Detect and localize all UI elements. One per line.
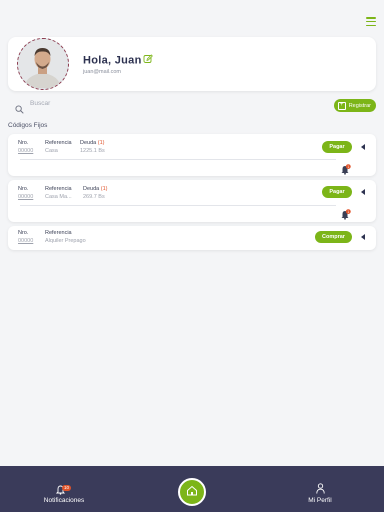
code-card[interactable]: Nro. 00000 Referencia Casa Deuda (1) 122…	[8, 134, 376, 176]
ref-value: Alquiler Prepago	[45, 238, 86, 244]
section-title: Códigos Fijos	[8, 122, 48, 129]
bell-icon[interactable]: 1	[340, 162, 351, 180]
nav-profile-label: Mi Perfil	[308, 497, 332, 504]
caret-left-icon[interactable]	[361, 234, 365, 240]
bell-icon: 10	[56, 484, 72, 496]
pay-button[interactable]: Pagar	[322, 141, 352, 153]
notification-badge: 10	[62, 485, 72, 491]
greeting: Hola, Juan	[83, 54, 153, 67]
search-bar: +Registrar	[8, 98, 376, 114]
divider	[20, 159, 336, 160]
divider	[20, 205, 336, 206]
nro-label: Nro.	[18, 140, 29, 146]
nro-value: 00000	[18, 148, 34, 154]
search-icon	[15, 101, 24, 119]
nro-value: 00000	[18, 238, 34, 244]
edit-icon[interactable]	[143, 54, 153, 67]
debt-value: 1225.1 Bs	[80, 148, 105, 154]
code-card[interactable]: Nro. 00000 Referencia Casa Ma... Deuda (…	[8, 180, 376, 222]
buy-button[interactable]: Comprar	[315, 231, 352, 243]
register-button[interactable]: + Registrar	[333, 99, 376, 112]
bell-icon[interactable]: 1	[340, 207, 351, 225]
ref-label: Referencia	[45, 186, 72, 192]
ref-label: Referencia	[45, 140, 72, 146]
user-icon	[315, 483, 325, 496]
search-input[interactable]	[30, 100, 230, 107]
ref-label: Referencia	[45, 230, 72, 236]
bell-count: 1	[347, 165, 349, 169]
code-card[interactable]: Nro. 00000 Referencia Alquiler Prepago C…	[8, 226, 376, 250]
home-icon	[186, 483, 198, 501]
avatar[interactable]	[17, 38, 69, 90]
ref-value: Casa Ma...	[45, 194, 72, 200]
status-bar	[0, 0, 384, 8]
nav-profile[interactable]: Mi Perfil	[290, 466, 350, 512]
user-email: juan@mail.com	[83, 69, 121, 75]
debt-label: Deuda (1)	[83, 186, 107, 192]
nro-label: Nro.	[18, 186, 29, 192]
nav-notifications-label: Notificaciones	[43, 497, 85, 504]
home-button[interactable]	[178, 478, 206, 506]
nav-notifications[interactable]: 10 Notificaciones	[34, 466, 94, 512]
register-label: Registrar	[348, 102, 371, 109]
caret-left-icon[interactable]	[361, 144, 365, 150]
debt-label-text: Deuda	[83, 186, 100, 192]
debt-value: 269.7 Bs	[83, 194, 105, 200]
menu-icon[interactable]	[366, 17, 376, 26]
nro-label: Nro.	[18, 230, 29, 236]
debt-count: (1)	[100, 186, 108, 192]
debt-label-text: Deuda	[80, 140, 97, 146]
profile-card: Hola, Juan juan@mail.com	[8, 37, 376, 91]
nro-value: 00000	[18, 194, 34, 200]
plus-icon: +	[337, 101, 346, 110]
caret-left-icon[interactable]	[361, 189, 365, 195]
bell-count: 1	[347, 210, 349, 214]
greeting-text: Hola, Juan	[83, 54, 142, 67]
debt-count: (1)	[97, 140, 105, 146]
pay-button[interactable]: Pagar	[322, 186, 352, 198]
ref-value: Casa	[45, 148, 58, 154]
debt-label: Deuda (1)	[80, 140, 104, 146]
